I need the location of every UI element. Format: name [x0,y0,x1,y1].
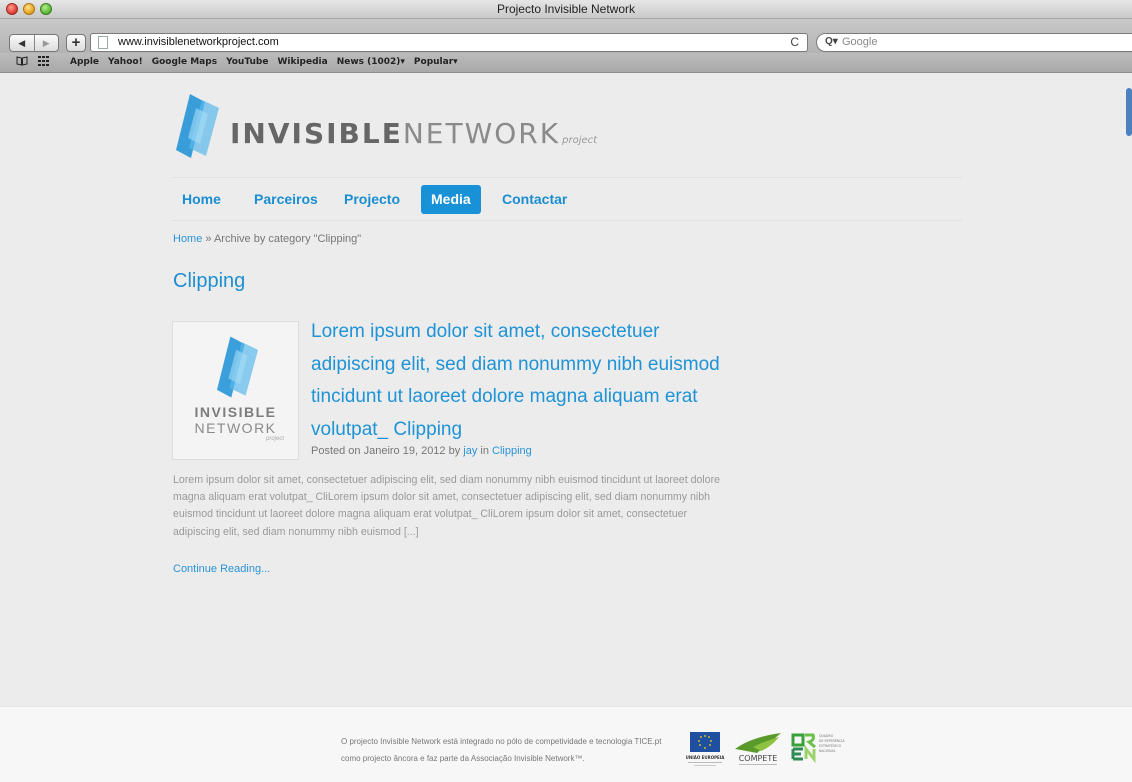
nav-parceiros[interactable]: Parceiros [244,185,328,214]
bookmarks-book-icon[interactable] [16,56,28,66]
nav-home[interactable]: Home [172,185,231,214]
svg-text:ESTRATÉGICO: ESTRATÉGICO [819,743,842,748]
nav-media[interactable]: Media [421,185,481,214]
invisible-network-logo-icon[interactable] [176,94,220,158]
post-meta: Posted on Janeiro 19, 2012 by jay in Cli… [311,445,532,457]
top-sites-grid-icon[interactable] [38,56,49,66]
browser-toolbar: ◀ ▶ + www.invisiblenetworkproject.com C … [0,19,1132,53]
qren-logo: QUADRO DE REFERÊNCIA ESTRATÉGICO NACIONA… [791,733,845,764]
bookmark-yahoo[interactable]: Yahoo! [108,57,143,67]
continue-reading-link[interactable]: Continue Reading... [173,563,270,575]
post-category-link[interactable]: Clipping [492,445,532,457]
back-button[interactable]: ◀ [10,35,34,51]
post-title-link[interactable]: Lorem ipsum dolor sit amet, consectetuer… [311,316,731,446]
site-logo-wordmark[interactable]: INVISIBLENETWORK project [230,117,597,150]
svg-text:COMPETE: COMPETE [739,754,778,763]
reload-icon[interactable]: C [790,35,799,49]
bookmark-google-maps[interactable]: Google Maps [152,57,217,67]
add-bookmark-button[interactable]: + [66,34,86,52]
bookmark-items: Apple Yahoo! Google Maps YouTube Wikiped… [70,57,458,67]
breadcrumb-current: Archive by category "Clipping" [213,233,362,245]
main-navigation: Home Parceiros Projecto Media Contactar [172,177,962,221]
svg-text:QUADRO: QUADRO [819,734,834,738]
bookmarks-bar: Apple Yahoo! Google Maps YouTube Wikiped… [0,53,1132,73]
svg-text:UNIÃO EUROPEIA: UNIÃO EUROPEIA [686,755,726,760]
window-titlebar: Projecto Invisible Network [0,0,1132,19]
nav-projecto[interactable]: Projecto [334,185,410,214]
window-title: Projecto Invisible Network [496,2,636,16]
bookmark-youtube[interactable]: YouTube [226,57,268,67]
search-field[interactable]: Q▾ Google [816,33,1132,52]
post-excerpt: Lorem ipsum dolor sit amet, consectetuer… [173,474,721,538]
svg-text:DE REFERÊNCIA: DE REFERÊNCIA [819,738,845,743]
compete-logo: COMPETE [735,733,781,765]
post-thumbnail[interactable]: INVISIBLE NETWORK project [172,321,299,460]
scrollbar-thumb[interactable] [1126,88,1132,136]
thumbnail-logo-icon [217,336,259,398]
svg-text:NACIONAL: NACIONAL [819,749,836,753]
thumbnail-text-network: NETWORK [194,420,277,436]
address-bar[interactable]: www.invisiblenetworkproject.com C [90,33,808,52]
footer-text: O projecto Invisible Network está integr… [341,737,662,763]
search-placeholder: Google [842,36,878,48]
post-author-link[interactable]: jay [463,445,477,457]
page-icon [98,36,108,49]
nav-contactar[interactable]: Contactar [492,185,577,214]
bookmark-news-menu[interactable]: News (1002)▾ [337,57,405,67]
bookmark-popular-menu[interactable]: Popular▾ [414,57,458,67]
breadcrumb-home-link[interactable]: Home [173,233,202,245]
site-footer: O projecto Invisible Network está integr… [0,706,1132,782]
url-text[interactable]: www.invisiblenetworkproject.com [118,36,279,48]
forward-button[interactable]: ▶ [33,35,59,51]
eu-flag-logo: UNIÃO EUROPEIA [686,732,726,766]
history-buttons: ◀ ▶ [9,34,59,52]
category-title: Clipping [173,270,246,292]
breadcrumb: Home » Archive by category "Clipping" [173,233,362,245]
thumbnail-text-invisible: INVISIBLE [194,404,277,420]
bookmark-apple[interactable]: Apple [70,57,99,67]
thumbnail-text-project: project [265,436,284,442]
search-icon[interactable]: Q▾ [825,36,838,47]
bookmark-wikipedia[interactable]: Wikipedia [277,57,327,67]
